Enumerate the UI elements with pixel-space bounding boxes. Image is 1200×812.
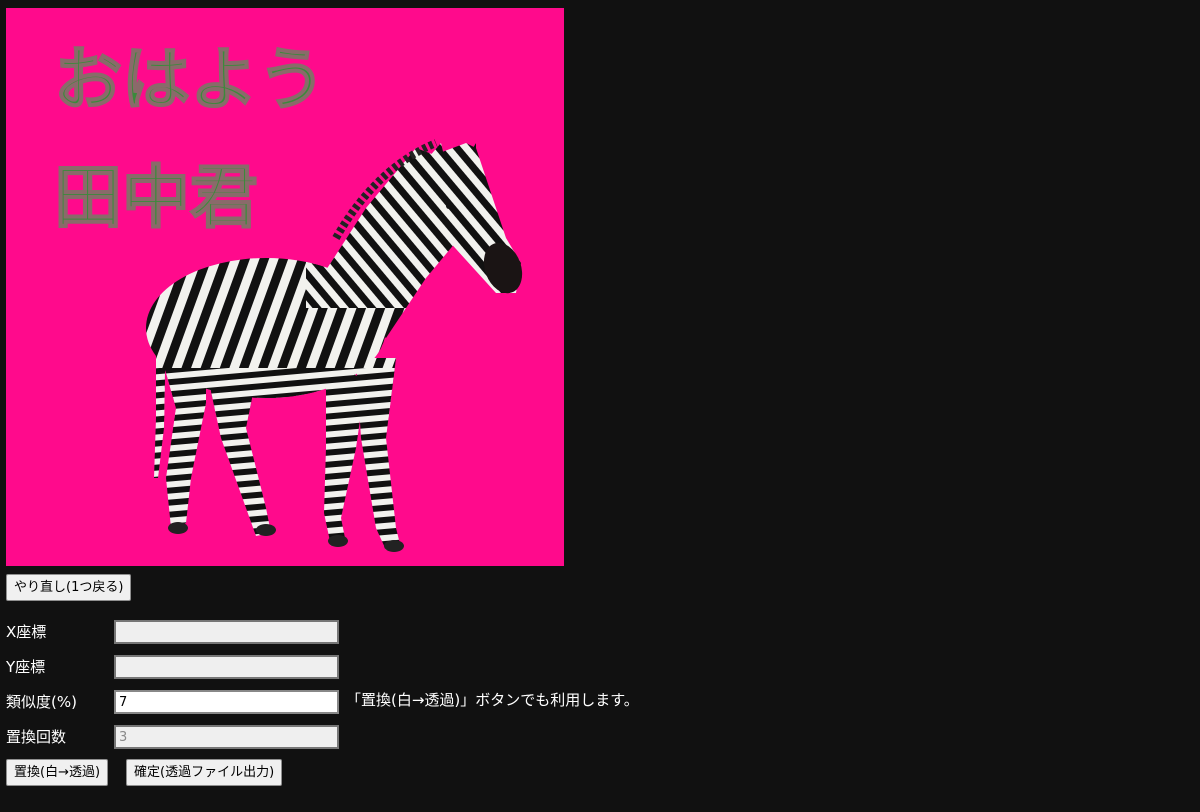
y-coordinate-label: Y座標 xyxy=(6,658,46,676)
replace-white-transparent-button[interactable]: 置換(白→透過) xyxy=(6,759,109,786)
canvas-svg[interactable]: おはよう 田中君 xyxy=(6,8,564,566)
undo-button[interactable]: やり直し(1つ戻る) xyxy=(6,574,132,601)
replace-count-field[interactable] xyxy=(114,725,339,749)
y-coordinate-field[interactable] xyxy=(114,655,339,679)
replace-count-label: 置換回数 xyxy=(6,728,67,746)
similarity-label: 類似度(%) xyxy=(6,693,77,711)
greeting-line1: おはよう xyxy=(54,41,326,120)
similarity-input[interactable] xyxy=(114,690,339,714)
x-coordinate-field[interactable] xyxy=(114,620,339,644)
confirm-export-button[interactable]: 確定(透過ファイル出力) xyxy=(126,759,283,786)
similarity-note: 「置換(白→透過)」ボタンでも利用します。 xyxy=(346,691,639,709)
image-canvas[interactable]: おはよう 田中君 xyxy=(6,8,564,566)
greeting-line2: 田中君 xyxy=(54,159,258,238)
x-coordinate-label: X座標 xyxy=(6,623,47,641)
